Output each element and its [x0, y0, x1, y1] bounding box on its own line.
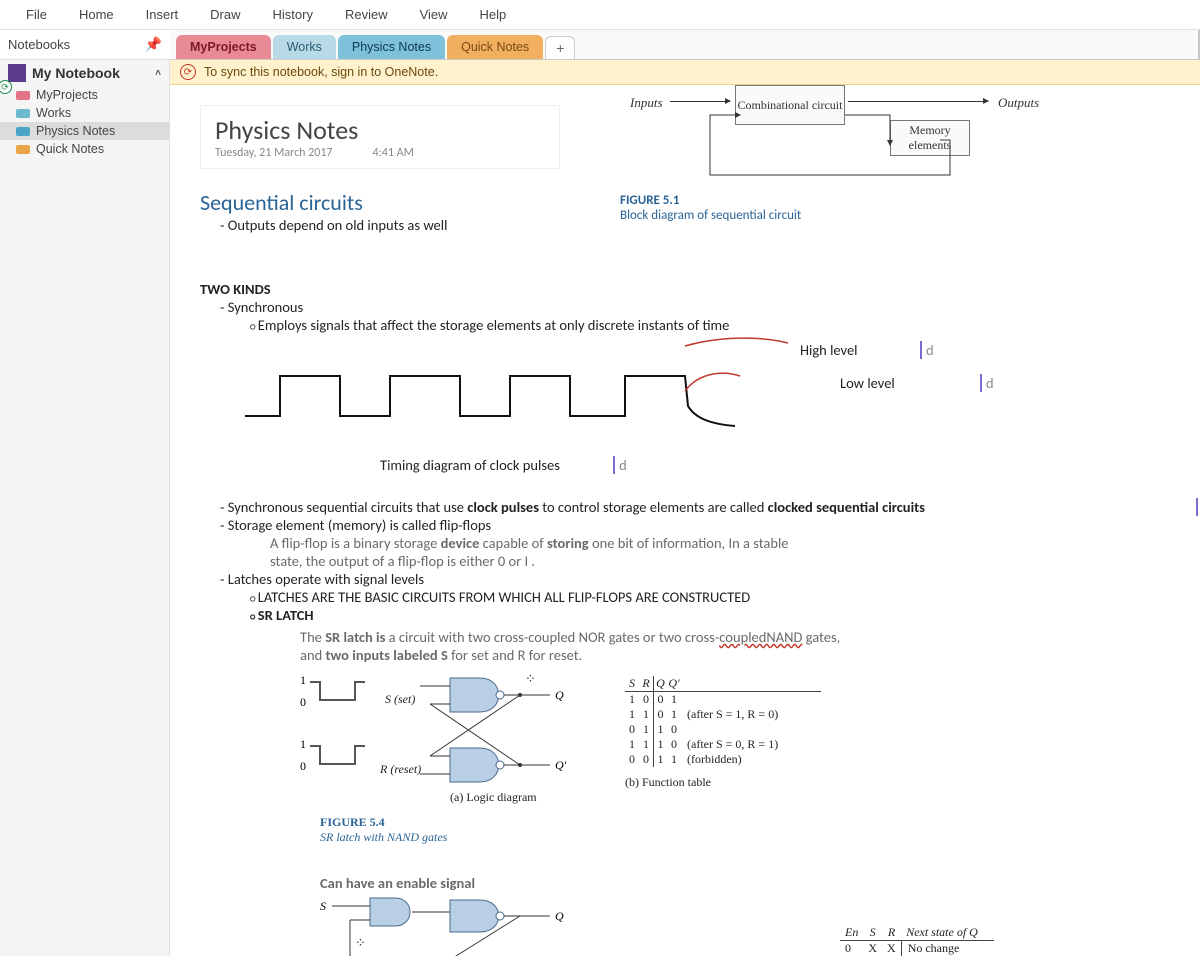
function-table-label: (b) Function table [625, 775, 821, 790]
sidebar-item-label: Physics Notes [36, 124, 115, 138]
rreset-label: R (reset) [380, 762, 421, 777]
svg-text:0: 0 [300, 759, 306, 773]
figure-sr-latch: 1 0 1 0 S (set) R (reset) [300, 670, 860, 860]
note-bullet: LATCHES ARE THE BASIC CIRCUITS FROM WHIC… [250, 588, 1170, 606]
page-time: 4:41 AM [373, 146, 414, 160]
menu-view[interactable]: View [404, 1, 464, 28]
notebook-icon [8, 64, 26, 82]
logic-diagram-label: (a) Logic diagram [450, 790, 537, 805]
note-marker: d [980, 374, 994, 392]
page-date: Tuesday, 21 March 2017 [215, 146, 333, 160]
tab-physics[interactable]: Physics Notes [338, 35, 445, 59]
sr-function-table: S R Q Q' 10011101(after S = 1, R = 0)011… [625, 676, 821, 790]
note-marker: d [1196, 498, 1200, 516]
sidebar-item-label: Quick Notes [36, 142, 104, 156]
chevron-up-icon[interactable]: ˄ [155, 68, 161, 79]
sidebar-item-quicknotes[interactable]: Quick Notes [0, 140, 169, 158]
sync-warning-icon: ⟳ [180, 64, 196, 80]
ribbon-menu: File Home Insert Draw History Review Vie… [0, 0, 1200, 30]
note-canvas[interactable]: Physics Notes Tuesday, 21 March 2017 4:4… [170, 85, 1200, 956]
tab-add[interactable]: + [545, 36, 575, 59]
banner-text: To sync this notebook, sign in to OneNot… [204, 65, 438, 79]
sync-banner[interactable]: ⟳ To sync this notebook, sign in to OneN… [170, 60, 1200, 85]
svg-text:Q: Q [555, 909, 564, 923]
tab-myprojects[interactable]: MyProjects [176, 35, 271, 59]
svg-text:Q': Q' [555, 758, 567, 772]
note-bullet: SR LATCH [250, 606, 1170, 624]
enable-heading: Can have an enable signal [320, 874, 1170, 892]
sidebar-item-label: MyProjects [36, 88, 98, 102]
enable-function-table: En S R Next state of Q 0XXNo change100No… [840, 925, 994, 956]
pin-icon[interactable]: 📌 [145, 36, 162, 53]
fig51-inputs-label: Inputs [630, 95, 663, 111]
timing-caption: Timing diagram of clock pulses [380, 456, 560, 474]
heading-twokinds: TWO KINDS [200, 280, 1170, 298]
fig54-label: FIGURE 5.4 [320, 815, 447, 830]
sidebar-item-physics[interactable]: Physics Notes [0, 122, 169, 140]
sidebar-item-works[interactable]: Works [0, 104, 169, 122]
fig51-caption: Block diagram of sequential circuit [620, 208, 801, 223]
svg-text:1: 1 [300, 673, 306, 687]
section-color-icon [16, 91, 30, 100]
section-color-icon [16, 109, 30, 118]
section-color-icon [16, 127, 30, 136]
menu-file[interactable]: File [10, 1, 63, 28]
sidebar-item-myprojects[interactable]: MyProjects [0, 86, 169, 104]
svg-text:1: 1 [300, 737, 306, 751]
note-bullet: Synchronous sequential circuits that use… [220, 498, 1170, 516]
svg-text:Q: Q [555, 688, 564, 702]
menu-draw[interactable]: Draw [194, 1, 256, 28]
menu-insert[interactable]: Insert [130, 1, 195, 28]
sidebar-item-label: Works [36, 106, 71, 120]
note-marker: d [920, 341, 934, 359]
menu-home[interactable]: Home [63, 1, 130, 28]
handle-icon[interactable]: ⁘ [525, 672, 536, 687]
figure-sr-enable: S Q En [200, 896, 1040, 956]
page-title[interactable]: Physics Notes [215, 114, 545, 146]
svg-text:S: S [320, 899, 326, 913]
menu-history[interactable]: History [257, 1, 329, 28]
menu-help[interactable]: Help [464, 1, 523, 28]
tab-quicknotes[interactable]: Quick Notes [447, 35, 543, 59]
note-marker: d [613, 456, 627, 474]
fig54-caption: SR latch with NAND gates [320, 830, 447, 844]
svg-text:0: 0 [300, 695, 306, 709]
notebook-title: My Notebook [32, 65, 120, 81]
figure-5-1: Inputs Combinational circuit Outputs Mem… [620, 85, 1100, 230]
note-bullet: Storage element (memory) is called flip-… [220, 516, 1170, 534]
note-bullet: Synchronous [220, 298, 1170, 316]
section-tabs: MyProjects Works Physics Notes Quick Not… [170, 30, 1200, 60]
timing-high-label: High level [800, 341, 858, 359]
timing-diagram: High level d Low level d [240, 346, 970, 436]
notebook-item[interactable]: My Notebook ˄ [0, 60, 169, 86]
sset-label: S (set) [385, 692, 415, 707]
menu-review[interactable]: Review [329, 1, 404, 28]
tab-works[interactable]: Works [273, 35, 336, 59]
notebooks-label: Notebooks [8, 37, 70, 52]
fig51-label: FIGURE 5.1 [620, 193, 801, 208]
sidebar: My Notebook ˄ ⟳ MyProjects Works Physics… [0, 60, 170, 956]
timing-low-label: Low level [840, 374, 895, 392]
handle-icon[interactable]: ⁘ [355, 936, 366, 951]
notebooks-panel-header: Notebooks 📌 [0, 30, 170, 60]
note-bullet: Latches operate with signal levels [220, 570, 1170, 588]
section-color-icon [16, 145, 30, 154]
